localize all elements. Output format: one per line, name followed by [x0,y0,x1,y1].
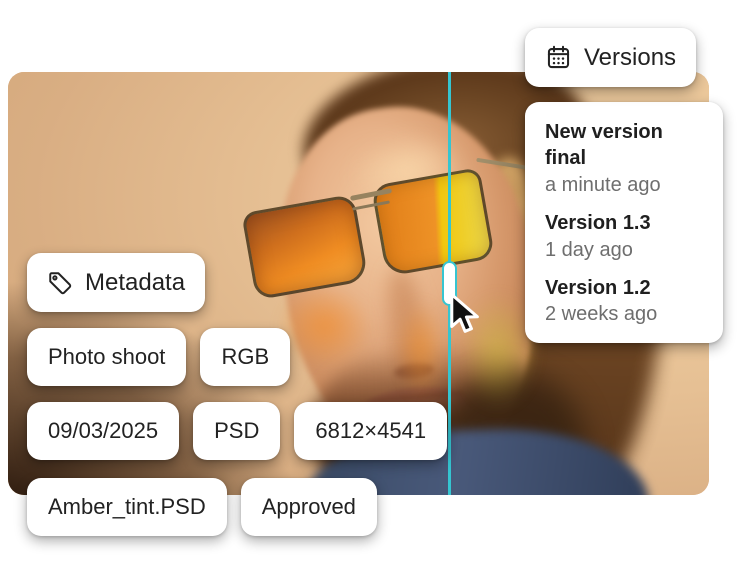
cheek-glow-orange-right [390,284,452,414]
version-name: Version 1.3 [545,210,703,236]
metadata-button-label: Metadata [85,269,185,297]
metadata-chip-row-3: Amber_tint.PSD Approved [27,478,377,536]
metadata-chip-row-2: 09/03/2025 PSD 6812×4541 [27,402,447,460]
version-time: 2 weeks ago [545,301,703,327]
version-list-item[interactable]: Version 1.3 1 day ago [545,210,703,263]
versions-button-label: Versions [584,44,676,72]
page: { "colors": { "page_bg": "#ffffff", "acc… [0,0,750,563]
metadata-chip[interactable]: 6812×4541 [294,402,447,460]
metadata-chip[interactable]: PSD [193,402,280,460]
version-time: a minute ago [545,172,703,198]
metadata-chip[interactable]: Amber_tint.PSD [27,478,227,536]
metadata-chip[interactable]: Approved [241,478,377,536]
sunglasses-right-lens [371,167,495,277]
metadata-chip[interactable]: Photo shoot [27,328,186,386]
metadata-chip-row-1: Photo shoot RGB [27,328,290,386]
version-list-item[interactable]: New version final a minute ago [545,119,703,198]
metadata-chip[interactable]: 09/03/2025 [27,402,179,460]
arrow-cursor-icon [449,293,485,335]
metadata-button[interactable]: Metadata [27,253,205,312]
version-list-item[interactable]: Version 1.2 2 weeks ago [545,275,703,328]
versions-panel: New version final a minute ago Version 1… [525,102,723,343]
version-time: 1 day ago [545,237,703,263]
tag-icon [47,270,73,296]
version-name: New version final [545,119,703,172]
calendar-icon [545,44,572,71]
version-name: Version 1.2 [545,275,703,301]
metadata-chip[interactable]: RGB [200,328,290,386]
versions-button[interactable]: Versions [525,28,696,87]
